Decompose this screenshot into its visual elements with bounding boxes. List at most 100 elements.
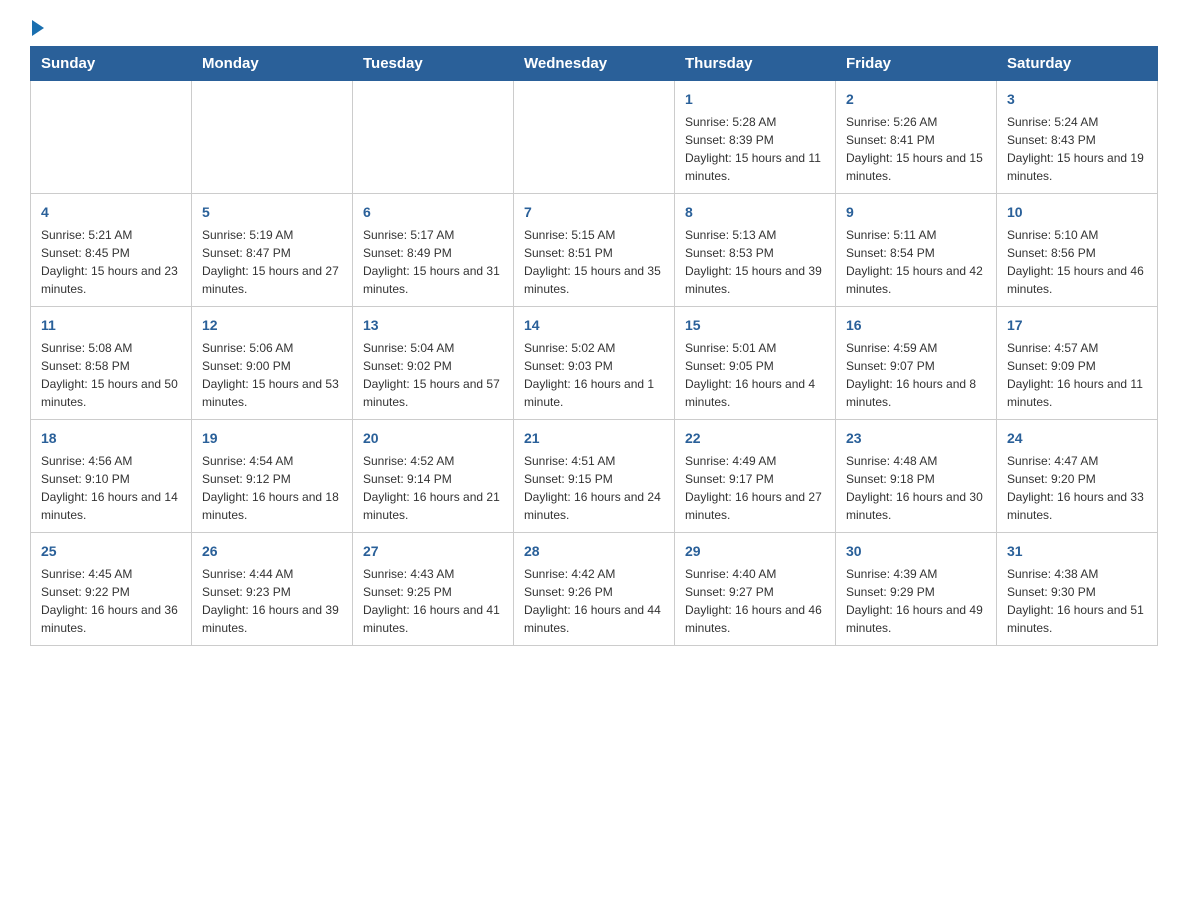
day-info: Sunrise: 4:44 AM Sunset: 9:23 PM Dayligh… (202, 565, 342, 637)
day-number: 24 (1007, 428, 1147, 449)
calendar-cell (31, 81, 192, 194)
calendar-cell (353, 81, 514, 194)
day-number: 30 (846, 541, 986, 562)
calendar-cell: 18Sunrise: 4:56 AM Sunset: 9:10 PM Dayli… (31, 420, 192, 533)
day-number: 9 (846, 202, 986, 223)
week-row-1: 1 Sunrise: 5:28 AM Sunset: 8:39 PM Daylig… (31, 81, 1158, 194)
day-number: 15 (685, 315, 825, 336)
calendar-cell: 17 Sunrise: 4:57 AM Sunset: 9:09 PM Dayli… (997, 307, 1158, 420)
calendar-table: SundayMondayTuesdayWednesdayThursdayFrid… (30, 46, 1158, 646)
day-number: 6 (363, 202, 503, 223)
day-number: 11 (41, 315, 181, 336)
day-info: Sunrise: 4:45 AM Sunset: 9:22 PM Dayligh… (41, 565, 181, 637)
day-info: Sunrise: 5:26 AM Sunset: 8:41 PM Dayligh… (846, 113, 986, 185)
day-number: 31 (1007, 541, 1147, 562)
calendar-cell: 5Sunrise: 5:19 AM Sunset: 8:47 PM Daylig… (192, 194, 353, 307)
day-info: Sunrise: 4:57 AM Sunset: 9:09 PM Dayligh… (1007, 339, 1147, 411)
page-header (30, 20, 1158, 36)
week-row-4: 18Sunrise: 4:56 AM Sunset: 9:10 PM Dayli… (31, 420, 1158, 533)
calendar-cell: 3 Sunrise: 5:24 AM Sunset: 8:43 PM Daylig… (997, 81, 1158, 194)
day-info: Sunrise: 5:21 AM Sunset: 8:45 PM Dayligh… (41, 226, 181, 298)
calendar-cell: 26 Sunrise: 4:44 AM Sunset: 9:23 PM Dayli… (192, 533, 353, 646)
weekday-header-row: SundayMondayTuesdayWednesdayThursdayFrid… (31, 47, 1158, 81)
day-info: Sunrise: 4:51 AM Sunset: 9:15 PM Dayligh… (524, 452, 664, 524)
day-info: Sunrise: 5:02 AM Sunset: 9:03 PM Dayligh… (524, 339, 664, 411)
day-number: 2 (846, 89, 986, 110)
week-row-2: 4Sunrise: 5:21 AM Sunset: 8:45 PM Daylig… (31, 194, 1158, 307)
calendar-cell: 4Sunrise: 5:21 AM Sunset: 8:45 PM Daylig… (31, 194, 192, 307)
calendar-cell: 29 Sunrise: 4:40 AM Sunset: 9:27 PM Dayli… (675, 533, 836, 646)
calendar-cell: 6Sunrise: 5:17 AM Sunset: 8:49 PM Daylig… (353, 194, 514, 307)
weekday-header-monday: Monday (192, 47, 353, 81)
calendar-cell: 7 Sunrise: 5:15 AM Sunset: 8:51 PM Daylig… (514, 194, 675, 307)
day-number: 12 (202, 315, 342, 336)
day-number: 10 (1007, 202, 1147, 223)
day-info: Sunrise: 4:49 AM Sunset: 9:17 PM Dayligh… (685, 452, 825, 524)
calendar-cell: 21 Sunrise: 4:51 AM Sunset: 9:15 PM Dayli… (514, 420, 675, 533)
weekday-header-saturday: Saturday (997, 47, 1158, 81)
day-number: 13 (363, 315, 503, 336)
day-number: 21 (524, 428, 664, 449)
day-number: 3 (1007, 89, 1147, 110)
day-info: Sunrise: 5:11 AM Sunset: 8:54 PM Dayligh… (846, 226, 986, 298)
day-info: Sunrise: 5:08 AM Sunset: 8:58 PM Dayligh… (41, 339, 181, 411)
calendar-cell (192, 81, 353, 194)
day-info: Sunrise: 4:43 AM Sunset: 9:25 PM Dayligh… (363, 565, 503, 637)
day-number: 17 (1007, 315, 1147, 336)
day-number: 22 (685, 428, 825, 449)
calendar-cell: 9 Sunrise: 5:11 AM Sunset: 8:54 PM Daylig… (836, 194, 997, 307)
calendar-cell: 31Sunrise: 4:38 AM Sunset: 9:30 PM Dayli… (997, 533, 1158, 646)
day-info: Sunrise: 4:40 AM Sunset: 9:27 PM Dayligh… (685, 565, 825, 637)
week-row-5: 25 Sunrise: 4:45 AM Sunset: 9:22 PM Dayli… (31, 533, 1158, 646)
day-number: 8 (685, 202, 825, 223)
weekday-header-tuesday: Tuesday (353, 47, 514, 81)
day-number: 27 (363, 541, 503, 562)
calendar-cell: 19Sunrise: 4:54 AM Sunset: 9:12 PM Dayli… (192, 420, 353, 533)
calendar-cell: 27 Sunrise: 4:43 AM Sunset: 9:25 PM Dayli… (353, 533, 514, 646)
day-number: 29 (685, 541, 825, 562)
day-number: 1 (685, 89, 825, 110)
calendar-cell: 11 Sunrise: 5:08 AM Sunset: 8:58 PM Dayli… (31, 307, 192, 420)
day-number: 7 (524, 202, 664, 223)
calendar-cell: 1 Sunrise: 5:28 AM Sunset: 8:39 PM Daylig… (675, 81, 836, 194)
calendar-cell: 13 Sunrise: 5:04 AM Sunset: 9:02 PM Dayli… (353, 307, 514, 420)
calendar-cell: 12 Sunrise: 5:06 AM Sunset: 9:00 PM Dayli… (192, 307, 353, 420)
calendar-cell: 22 Sunrise: 4:49 AM Sunset: 9:17 PM Dayli… (675, 420, 836, 533)
day-info: Sunrise: 5:06 AM Sunset: 9:00 PM Dayligh… (202, 339, 342, 411)
calendar-cell: 10 Sunrise: 5:10 AM Sunset: 8:56 PM Dayli… (997, 194, 1158, 307)
day-number: 25 (41, 541, 181, 562)
calendar-cell: 28Sunrise: 4:42 AM Sunset: 9:26 PM Dayli… (514, 533, 675, 646)
calendar-cell: 8 Sunrise: 5:13 AM Sunset: 8:53 PM Daylig… (675, 194, 836, 307)
calendar-cell: 25 Sunrise: 4:45 AM Sunset: 9:22 PM Dayli… (31, 533, 192, 646)
day-info: Sunrise: 5:04 AM Sunset: 9:02 PM Dayligh… (363, 339, 503, 411)
day-number: 23 (846, 428, 986, 449)
day-info: Sunrise: 4:52 AM Sunset: 9:14 PM Dayligh… (363, 452, 503, 524)
day-number: 26 (202, 541, 342, 562)
day-number: 16 (846, 315, 986, 336)
weekday-header-wednesday: Wednesday (514, 47, 675, 81)
day-number: 5 (202, 202, 342, 223)
day-number: 14 (524, 315, 664, 336)
calendar-cell: 20Sunrise: 4:52 AM Sunset: 9:14 PM Dayli… (353, 420, 514, 533)
calendar-cell: 23 Sunrise: 4:48 AM Sunset: 9:18 PM Dayli… (836, 420, 997, 533)
logo (30, 20, 44, 36)
day-info: Sunrise: 5:01 AM Sunset: 9:05 PM Dayligh… (685, 339, 825, 411)
day-info: Sunrise: 5:13 AM Sunset: 8:53 PM Dayligh… (685, 226, 825, 298)
week-row-3: 11 Sunrise: 5:08 AM Sunset: 8:58 PM Dayli… (31, 307, 1158, 420)
day-info: Sunrise: 5:28 AM Sunset: 8:39 PM Dayligh… (685, 113, 825, 185)
logo-triangle-icon (32, 20, 44, 36)
day-info: Sunrise: 4:39 AM Sunset: 9:29 PM Dayligh… (846, 565, 986, 637)
day-info: Sunrise: 4:48 AM Sunset: 9:18 PM Dayligh… (846, 452, 986, 524)
day-info: Sunrise: 4:59 AM Sunset: 9:07 PM Dayligh… (846, 339, 986, 411)
calendar-cell (514, 81, 675, 194)
weekday-header-friday: Friday (836, 47, 997, 81)
calendar-cell: 30 Sunrise: 4:39 AM Sunset: 9:29 PM Dayli… (836, 533, 997, 646)
day-info: Sunrise: 4:56 AM Sunset: 9:10 PM Dayligh… (41, 452, 181, 524)
day-info: Sunrise: 5:10 AM Sunset: 8:56 PM Dayligh… (1007, 226, 1147, 298)
weekday-header-thursday: Thursday (675, 47, 836, 81)
calendar-cell: 24Sunrise: 4:47 AM Sunset: 9:20 PM Dayli… (997, 420, 1158, 533)
day-info: Sunrise: 5:24 AM Sunset: 8:43 PM Dayligh… (1007, 113, 1147, 185)
day-info: Sunrise: 5:15 AM Sunset: 8:51 PM Dayligh… (524, 226, 664, 298)
day-info: Sunrise: 4:42 AM Sunset: 9:26 PM Dayligh… (524, 565, 664, 637)
calendar-cell: 14 Sunrise: 5:02 AM Sunset: 9:03 PM Dayli… (514, 307, 675, 420)
